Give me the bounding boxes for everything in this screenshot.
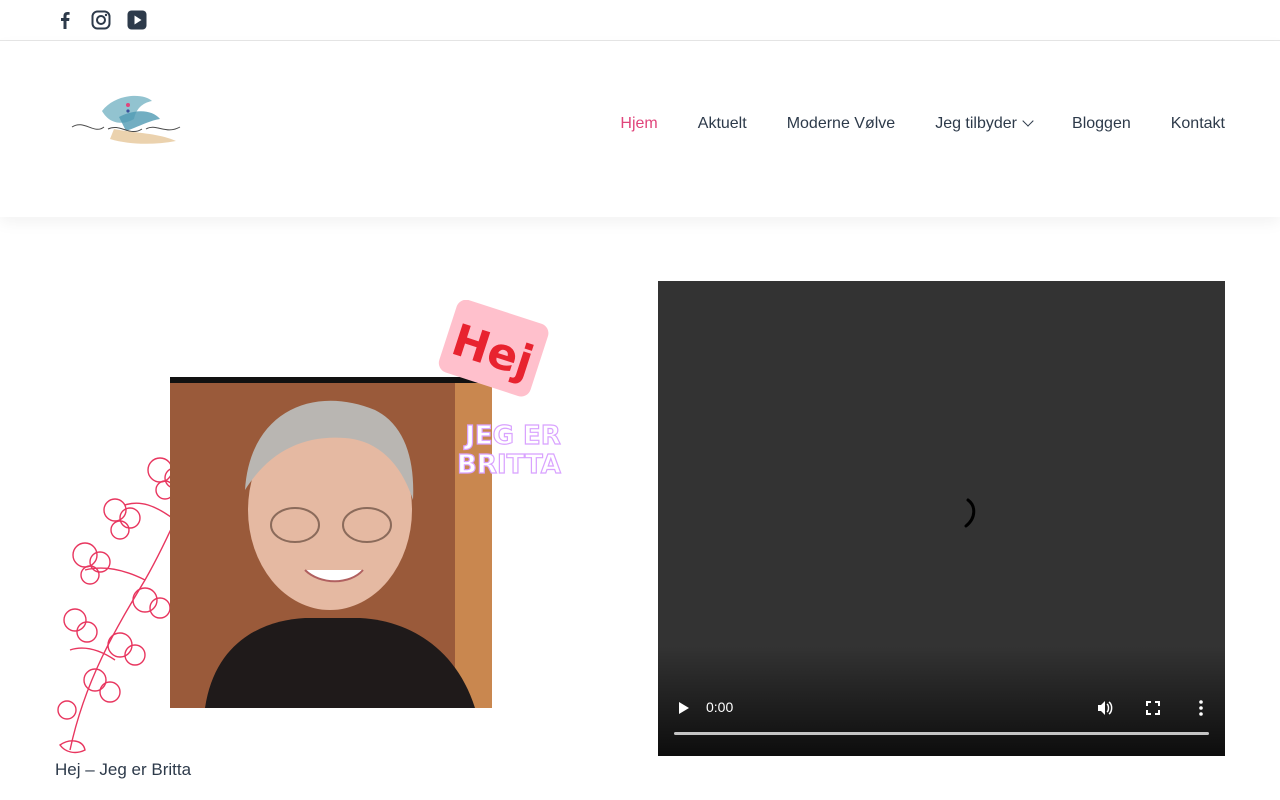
video-progress-track[interactable] xyxy=(674,732,1209,735)
nav-item-bloggen[interactable]: Bloggen xyxy=(1072,115,1131,133)
loading-spinner-icon xyxy=(964,498,976,528)
play-icon[interactable] xyxy=(678,701,690,720)
svg-text:JEG ER: JEG ER xyxy=(463,421,561,451)
facebook-icon[interactable] xyxy=(54,9,76,31)
hero-caption: Hej – Jeg er Britta xyxy=(55,760,192,779)
nav-item-kontakt[interactable]: Kontakt xyxy=(1171,115,1225,133)
more-options-icon[interactable] xyxy=(1198,699,1204,722)
nav-item-moderne-volve[interactable]: Moderne Vølve xyxy=(787,115,896,133)
fullscreen-icon[interactable] xyxy=(1146,701,1160,720)
hero-image: Hej JEG ER BRITTA xyxy=(55,299,585,756)
video-controls xyxy=(658,646,1225,756)
portrait-photo xyxy=(170,377,492,708)
social-links xyxy=(54,9,148,31)
volume-icon[interactable] xyxy=(1096,699,1114,722)
site-logo[interactable] xyxy=(64,89,186,155)
svg-text:BRITTA: BRITTA xyxy=(457,450,561,480)
nav-item-jeg-tilbyder[interactable]: Jeg tilbyder xyxy=(935,115,1034,133)
nav-item-aktuelt[interactable]: Aktuelt xyxy=(698,115,747,133)
main-nav: Hjem Aktuelt Moderne Vølve Jeg tilbyder … xyxy=(620,115,1225,133)
chevron-down-icon xyxy=(1022,115,1034,127)
instagram-icon[interactable] xyxy=(90,9,112,31)
jeg-er-britta-text: JEG ER BRITTA xyxy=(457,420,562,480)
video-time: 0:00 xyxy=(706,699,734,715)
nav-item-hjem[interactable]: Hjem xyxy=(620,115,657,133)
site-header: Hjem Aktuelt Moderne Vølve Jeg tilbyder … xyxy=(0,41,1280,217)
top-bar xyxy=(0,0,1280,41)
youtube-icon[interactable] xyxy=(126,9,148,31)
nav-item-jeg-tilbyder-label: Jeg tilbyder xyxy=(935,115,1018,132)
video-player[interactable]: 0:00 xyxy=(658,281,1225,756)
